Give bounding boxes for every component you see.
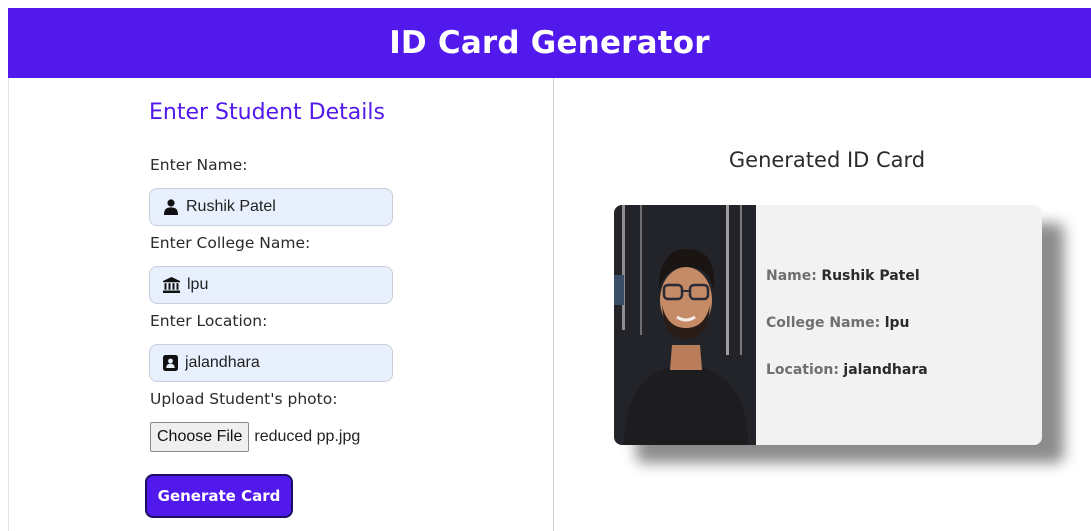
name-input[interactable] <box>186 198 376 216</box>
user-icon <box>164 199 178 215</box>
card-name-key: Name: <box>766 268 817 284</box>
page-header: ID Card Generator <box>8 8 1091 78</box>
institution-icon <box>163 277 180 293</box>
location-label: Enter Location: <box>150 312 268 330</box>
card-details: Name: Rushik Patel College Name: lpu Loc… <box>756 205 928 445</box>
student-photo <box>614 205 756 445</box>
selected-file-name: reduced pp.jpg <box>254 428 361 445</box>
generate-card-button[interactable]: Generate Card <box>145 474 293 518</box>
card-name-row: Name: Rushik Patel <box>766 268 928 284</box>
choose-file-button[interactable]: Choose File <box>150 422 250 452</box>
name-field[interactable] <box>149 188 393 226</box>
photo-label: Upload Student's photo: <box>150 390 338 408</box>
card-college-value: lpu <box>884 315 910 331</box>
card-location-value: jalandhara <box>843 362 928 378</box>
card-college-key: College Name: <box>766 315 881 331</box>
location-input[interactable] <box>185 354 375 372</box>
page-title: ID Card Generator <box>389 25 710 61</box>
college-label: Enter College Name: <box>150 234 311 252</box>
card-college-row: College Name: lpu <box>766 315 928 331</box>
card-location-key: Location: <box>766 362 839 378</box>
app-window: ID Card Generator Enter Student Details … <box>0 0 1091 531</box>
form-title: Enter Student Details <box>149 100 385 125</box>
card-heading: Generated ID Card <box>728 148 926 172</box>
student-form: Enter Student Details Enter Name: Enter … <box>9 78 554 531</box>
location-field[interactable] <box>149 344 393 382</box>
address-book-icon <box>163 355 178 371</box>
main-content: Enter Student Details Enter Name: Enter … <box>8 78 1091 531</box>
name-label: Enter Name: <box>150 156 248 174</box>
card-preview: Generated ID Card Name: Rushik Patel Col… <box>554 78 1091 531</box>
college-field[interactable] <box>149 266 393 304</box>
card-name-value: Rushik Patel <box>821 268 920 284</box>
college-input[interactable] <box>187 276 377 294</box>
card-location-row: Location: jalandhara <box>766 362 928 378</box>
id-card: Name: Rushik Patel College Name: lpu Loc… <box>614 205 1042 445</box>
photo-upload: Choose File reduced pp.jpg <box>150 422 360 452</box>
